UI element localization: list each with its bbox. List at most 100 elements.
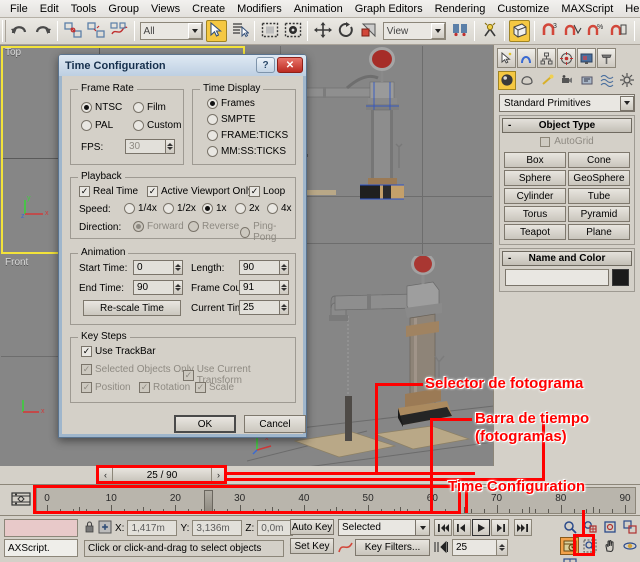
object-type-header[interactable]: - Object Type	[502, 118, 632, 133]
menu-item-create[interactable]: Create	[186, 1, 231, 17]
chevron-down-icon[interactable]	[188, 23, 202, 39]
selection-filter-combo[interactable]: All	[140, 22, 203, 40]
start-time-spinner[interactable]: 0	[133, 260, 183, 275]
angle-snap-toggle-button[interactable]	[563, 20, 584, 42]
direction-forward-radio[interactable]: Forward	[133, 221, 184, 232]
speed-4x-radio[interactable]: 4x	[267, 203, 292, 214]
redo-button[interactable]	[32, 20, 53, 42]
previous-frame-button[interactable]	[453, 519, 471, 536]
collapse-icon[interactable]: -	[508, 120, 511, 131]
lock-selection-icon[interactable]	[84, 520, 95, 537]
create-sphere-button[interactable]: Sphere	[504, 170, 566, 186]
select-and-link-button[interactable]	[62, 20, 83, 42]
pan-view-button[interactable]	[600, 537, 619, 555]
menu-item-file[interactable]: File	[4, 1, 34, 17]
select-object-button[interactable]	[206, 20, 227, 42]
end-time-spinner[interactable]: 90	[133, 280, 183, 295]
display-tab[interactable]	[577, 48, 596, 68]
auto-key-button[interactable]: Auto Key	[290, 519, 334, 535]
object-name-input[interactable]	[505, 269, 609, 286]
current-frame-field[interactable]: 25	[452, 539, 508, 556]
mirror-button[interactable]	[509, 20, 530, 42]
time-display-mmssticks-radio[interactable]: MM:SS:TICKS	[207, 146, 286, 157]
rectangular-selection-region-button[interactable]	[259, 20, 280, 42]
chevron-down-icon-4[interactable]	[415, 520, 429, 535]
motion-tab[interactable]	[557, 48, 576, 68]
selected-objects-only-checkbox[interactable]: ✓ Selected Objects Only	[81, 364, 194, 375]
fps-spinner-arrows[interactable]	[165, 140, 174, 153]
menu-item-animation[interactable]: Animation	[288, 1, 349, 17]
select-and-move-button[interactable]	[312, 20, 333, 42]
create-cylinder-button[interactable]: Cylinder	[504, 188, 566, 204]
go-to-start-button[interactable]	[434, 519, 452, 536]
menu-item-customize[interactable]: Customize	[491, 1, 555, 17]
create-tab[interactable]	[497, 48, 516, 68]
bind-to-space-warp-button[interactable]	[108, 20, 129, 42]
time-display-frameticks-radio[interactable]: FRAME:TICKS	[207, 130, 288, 141]
unlink-selection-button[interactable]	[85, 20, 106, 42]
frame-count-spinner[interactable]: 91	[239, 280, 289, 295]
dialog-close-button[interactable]: ✕	[277, 57, 303, 73]
current-time-arrows[interactable]	[279, 301, 288, 314]
create-torus-button[interactable]: Torus	[504, 206, 566, 222]
maxscript-label[interactable]: AXScript.	[4, 539, 78, 557]
open-mini-curve-editor-button[interactable]	[10, 491, 30, 507]
playback-loop-checkbox[interactable]: ✓ Loop	[249, 186, 285, 197]
direction-reverse-radio[interactable]: Reverse	[188, 221, 239, 232]
create-cone-button[interactable]: Cone	[568, 152, 630, 168]
hierarchy-tab[interactable]	[537, 48, 556, 68]
autogrid-row[interactable]: AutoGrid	[502, 133, 632, 150]
re-scale-time-button[interactable]: Re-scale Time	[83, 300, 181, 316]
snaps-toggle-button[interactable]: 3	[539, 20, 560, 42]
fps-spinner[interactable]: 30	[125, 139, 175, 154]
name-and-color-header[interactable]: - Name and Color	[502, 251, 632, 266]
zoom-extents-button[interactable]	[600, 518, 619, 536]
length-arrows[interactable]	[279, 261, 288, 274]
frame-rate-film-radio[interactable]: Film	[133, 102, 166, 113]
window-crossing-button[interactable]	[282, 20, 303, 42]
autogrid-checkbox[interactable]	[540, 137, 550, 147]
use-pivot-point-center-button[interactable]	[449, 20, 470, 42]
play-animation-button[interactable]	[472, 519, 490, 536]
subcategory-combo[interactable]: Standard Primitives	[499, 94, 635, 112]
spinner-snap-toggle-button[interactable]	[609, 20, 630, 42]
helpers-icon-button[interactable]	[578, 71, 596, 90]
frame-rate-custom-radio[interactable]: Custom	[133, 120, 181, 131]
named-selection-sets-button[interactable]	[479, 20, 500, 42]
select-by-name-button[interactable]	[229, 20, 250, 42]
maximize-viewport-toggle-button[interactable]	[560, 556, 579, 562]
x-field[interactable]: 1,417m	[127, 520, 177, 536]
z-field[interactable]: 0,0m	[257, 520, 293, 536]
space-warps-icon-button[interactable]	[598, 71, 616, 90]
key-filters-button[interactable]: Key Filters...	[355, 539, 430, 556]
select-and-uniform-scale-button[interactable]	[359, 20, 380, 42]
menu-item-modifiers[interactable]: Modifiers	[231, 1, 288, 17]
y-field[interactable]: 3,136m	[192, 520, 242, 536]
speed-1x-radio[interactable]: 1x	[202, 203, 227, 214]
shapes-icon-button[interactable]	[518, 71, 536, 90]
ok-button[interactable]: OK	[174, 415, 236, 433]
position-checkbox[interactable]: ✓ Position	[81, 382, 131, 393]
zoom-extents-all-button[interactable]	[620, 518, 639, 536]
speed-half-radio[interactable]: 1/2x	[163, 203, 196, 214]
create-plane-button[interactable]: Plane	[568, 224, 630, 240]
end-time-arrows[interactable]	[173, 281, 182, 294]
utilities-tab[interactable]	[597, 48, 616, 68]
current-time-spinner[interactable]: 25	[239, 300, 289, 315]
dialog-title-bar[interactable]: Time Configuration ? ✕	[59, 55, 306, 76]
geometry-icon-button[interactable]	[498, 71, 516, 90]
rotation-checkbox[interactable]: ✓ Rotation	[139, 382, 190, 393]
speed-2x-radio[interactable]: 2x	[235, 203, 260, 214]
create-teapot-button[interactable]: Teapot	[504, 224, 566, 240]
time-display-smpte-radio[interactable]: SMPTE	[207, 114, 255, 125]
create-tube-button[interactable]: Tube	[568, 188, 630, 204]
use-trackbar-checkbox[interactable]: ✓ Use TrackBar	[81, 346, 156, 357]
cancel-button[interactable]: Cancel	[244, 415, 306, 433]
start-time-arrows[interactable]	[173, 261, 182, 274]
menu-item-group[interactable]: Group	[102, 1, 145, 17]
current-frame-spinner[interactable]	[496, 540, 507, 555]
playback-activeviewport-checkbox[interactable]: ✓ Active Viewport Only	[147, 186, 253, 197]
create-box-button[interactable]: Box	[504, 152, 566, 168]
menu-item-rendering[interactable]: Rendering	[429, 1, 492, 17]
orbit-button[interactable]	[620, 537, 639, 555]
